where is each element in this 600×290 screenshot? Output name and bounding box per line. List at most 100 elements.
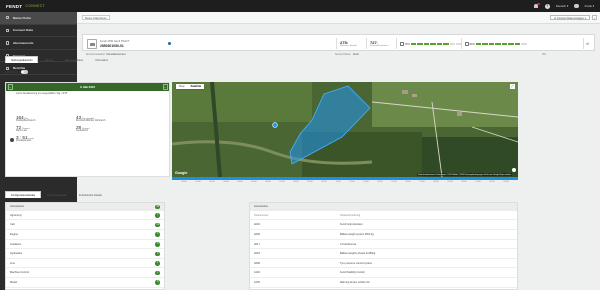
sidebar-item-label: Abonnements <box>12 40 34 45</box>
live-data-label: Live-Daten <box>5 70 18 74</box>
share-icon[interactable]: ⋖ <box>586 41 589 46</box>
map-control-icon[interactable] <box>512 168 516 172</box>
timeline-tick-label: 16:00 <box>405 181 411 183</box>
map-tab-satellite[interactable]: Satellite <box>187 84 204 90</box>
timeline-bar[interactable] <box>172 177 518 180</box>
sidebar-item-label: Connect Data <box>12 28 33 33</box>
column-header-description[interactable]: Teilebeschreibung <box>340 211 517 220</box>
tab-information[interactable]: Information <box>89 56 114 63</box>
list-item-label: Agronomy <box>10 213 22 217</box>
timeline-labels: 00:00 01:00 02:00 03:00 04:00 05:00 06:00 07:00… <box>172 181 518 186</box>
list-item[interactable]: Line 1 <box>6 259 164 269</box>
level-segment <box>417 42 423 46</box>
table-row[interactable]: A004 Fendt Grip Assistant <box>250 220 517 230</box>
table-row[interactable]: A008 Ballast weight system 2500 kg <box>250 230 517 240</box>
language-select[interactable]: Deutsch ▾ <box>556 4 568 8</box>
timeline-tick-label: 13:00 <box>363 181 369 183</box>
google-logo: Google <box>175 171 188 175</box>
table-row[interactable]: A104 Fendt Stability Control <box>250 268 517 278</box>
value-engine-load: 72 Prozent Motor Last <box>16 125 76 132</box>
satellite-map[interactable]: Map Satellite ⤢ Google Tastenkombination… <box>172 82 518 177</box>
subscription-icon <box>6 41 10 45</box>
breadcrumb-bar: Meine Maschinen In Connect Data anzeigen… <box>77 12 600 24</box>
next-day-button[interactable]: › <box>162 84 168 90</box>
live-data-toggle[interactable] <box>20 70 28 74</box>
timeline-tick-label: 11:00 <box>335 181 341 183</box>
timeline-tick-label: 03:00 <box>223 181 229 183</box>
sidebar-item-subscriptions[interactable]: Abonnements <box>0 37 77 50</box>
list-item-label: Model <box>10 280 18 284</box>
value-fuel: 164 l/ha Kraftstoffverbrauch <box>16 115 76 122</box>
timeline-tick-label: 21:00 <box>475 181 481 183</box>
selected-date[interactable]: 9. Mai 2023 <box>80 85 95 89</box>
table-row[interactable]: A017 2-Kreisbremse <box>250 240 517 250</box>
brand-sub: CONNECT <box>25 4 46 8</box>
bell-icon[interactable] <box>533 2 540 9</box>
timeline-tick-label: 05:00 <box>251 181 257 183</box>
sidebar-item-my-fleet[interactable]: Meine Flotte <box>0 12 77 25</box>
user-menu[interactable]: Frank ▾ <box>585 4 594 8</box>
list-item[interactable]: Hydraulics 4 <box>6 249 164 259</box>
count-badge: 38 <box>155 204 160 210</box>
tab-telemetry[interactable]: Telemetriedaten <box>59 56 89 63</box>
table-cell: A017 <box>254 242 260 246</box>
value-label: Durchschnittlicher Verbrauch <box>76 120 106 122</box>
count-badge: 2 <box>155 232 160 237</box>
breadcrumb[interactable]: Meine Maschinen <box>82 15 110 20</box>
level-segment <box>475 42 482 46</box>
timeline-tick-label: 20:00 <box>461 181 467 183</box>
value-idle: 28 Prozent Leerlaufzeit <box>76 125 136 132</box>
map-tab-map[interactable]: Map <box>176 84 187 90</box>
fuel-consumption-label: Kraftstoffverbrauch <box>370 45 389 48</box>
list-item-label: Line <box>10 261 15 265</box>
value-label: Leerlaufzeit <box>76 130 88 133</box>
accessory-list-header[interactable]: Accessories 38 <box>6 203 164 211</box>
table-cell: Ballast weights wheels 2x450kg <box>340 252 376 256</box>
tab-configuration-details[interactable]: Konfigurationsdetails <box>5 191 42 198</box>
timeline-tick-label: 01:00 <box>195 181 201 183</box>
tab-usage-overview[interactable]: Nutzungsübersicht <box>5 56 39 63</box>
more-menu-icon[interactable]: ⋮ <box>592 14 597 21</box>
adblue-level-label: 84% <box>469 42 475 46</box>
column-header-part-number[interactable]: Teilenummer <box>254 211 340 220</box>
list-item-label: Engine <box>10 232 19 236</box>
list-item[interactable]: Machine Control 1 <box>6 268 164 278</box>
count-badge: 3 <box>155 241 160 247</box>
table-row[interactable]: A098 Tyre pressure control system <box>250 259 517 269</box>
vin-label: VIN <box>542 53 546 56</box>
top-bar: FENDT CONNECT ? Deutsch ▾ Frank ▾ <box>0 0 600 12</box>
fuel-level-label: 75% <box>404 42 410 46</box>
brand-logo[interactable]: FENDT <box>6 4 22 9</box>
tab-alarms[interactable]: Alarme <box>38 56 58 63</box>
list-item[interactable]: Model 9 <box>6 278 164 288</box>
list-item-label: Guidance <box>10 242 22 246</box>
timeline-tick-label: 22:00 <box>489 181 495 183</box>
tab-accessory-details[interactable]: Zubehörteile Details <box>73 191 108 198</box>
timeline-tick-label: 15:00 <box>391 181 397 183</box>
accessory-table: Accessories Teilenummer Teilebeschreibun… <box>249 202 518 290</box>
previous-day-button[interactable]: ‹ <box>7 84 13 90</box>
show-in-connect-data-button[interactable]: In Connect Data anzeigen ▾ <box>549 14 590 21</box>
sidebar-item-connect-data[interactable]: Connect Data <box>0 25 77 38</box>
list-item-label: Machine Control <box>10 271 29 275</box>
fuel-gauge: 75% <box>400 41 462 47</box>
help-icon[interactable]: ? <box>544 3 550 9</box>
list-item[interactable]: Agronomy 1 <box>6 211 164 221</box>
list-item[interactable]: Cab 12 <box>6 220 164 230</box>
timeline-tick-label: 12:00 <box>349 181 355 183</box>
table-row[interactable]: A063 Ballast weights wheels 2x450kg <box>250 249 517 259</box>
table-cell: Ballast weight system 2500 kg <box>340 232 374 236</box>
list-item[interactable]: Engine 2 <box>6 230 164 240</box>
count-badge: 1 <box>155 261 160 266</box>
list-item[interactable]: Guidance 3 <box>6 240 164 250</box>
tab-manufacturing-details[interactable]: Fertigungsdetails <box>41 191 73 198</box>
timeline-tick-label: 06:00 <box>265 181 271 183</box>
table-row[interactable]: A105 Warning device vehicle 3m <box>250 278 517 288</box>
user-icon[interactable] <box>574 3 579 9</box>
fullscreen-icon[interactable]: ⤢ <box>510 83 515 89</box>
map-attribution[interactable]: Tastenkombinationen Kartendaten ©2023 Bi… <box>416 173 512 176</box>
value-label: Arbeitsstunden <box>16 140 32 143</box>
level-segment <box>430 42 436 46</box>
day-values: 164 l/ha Kraftstoffverbrauch 43 l/ha gemi… <box>16 115 166 146</box>
accessory-category-list: Accessories 38 Agronomy 1 Cab 12 Engine 2 Gu… <box>5 202 165 290</box>
